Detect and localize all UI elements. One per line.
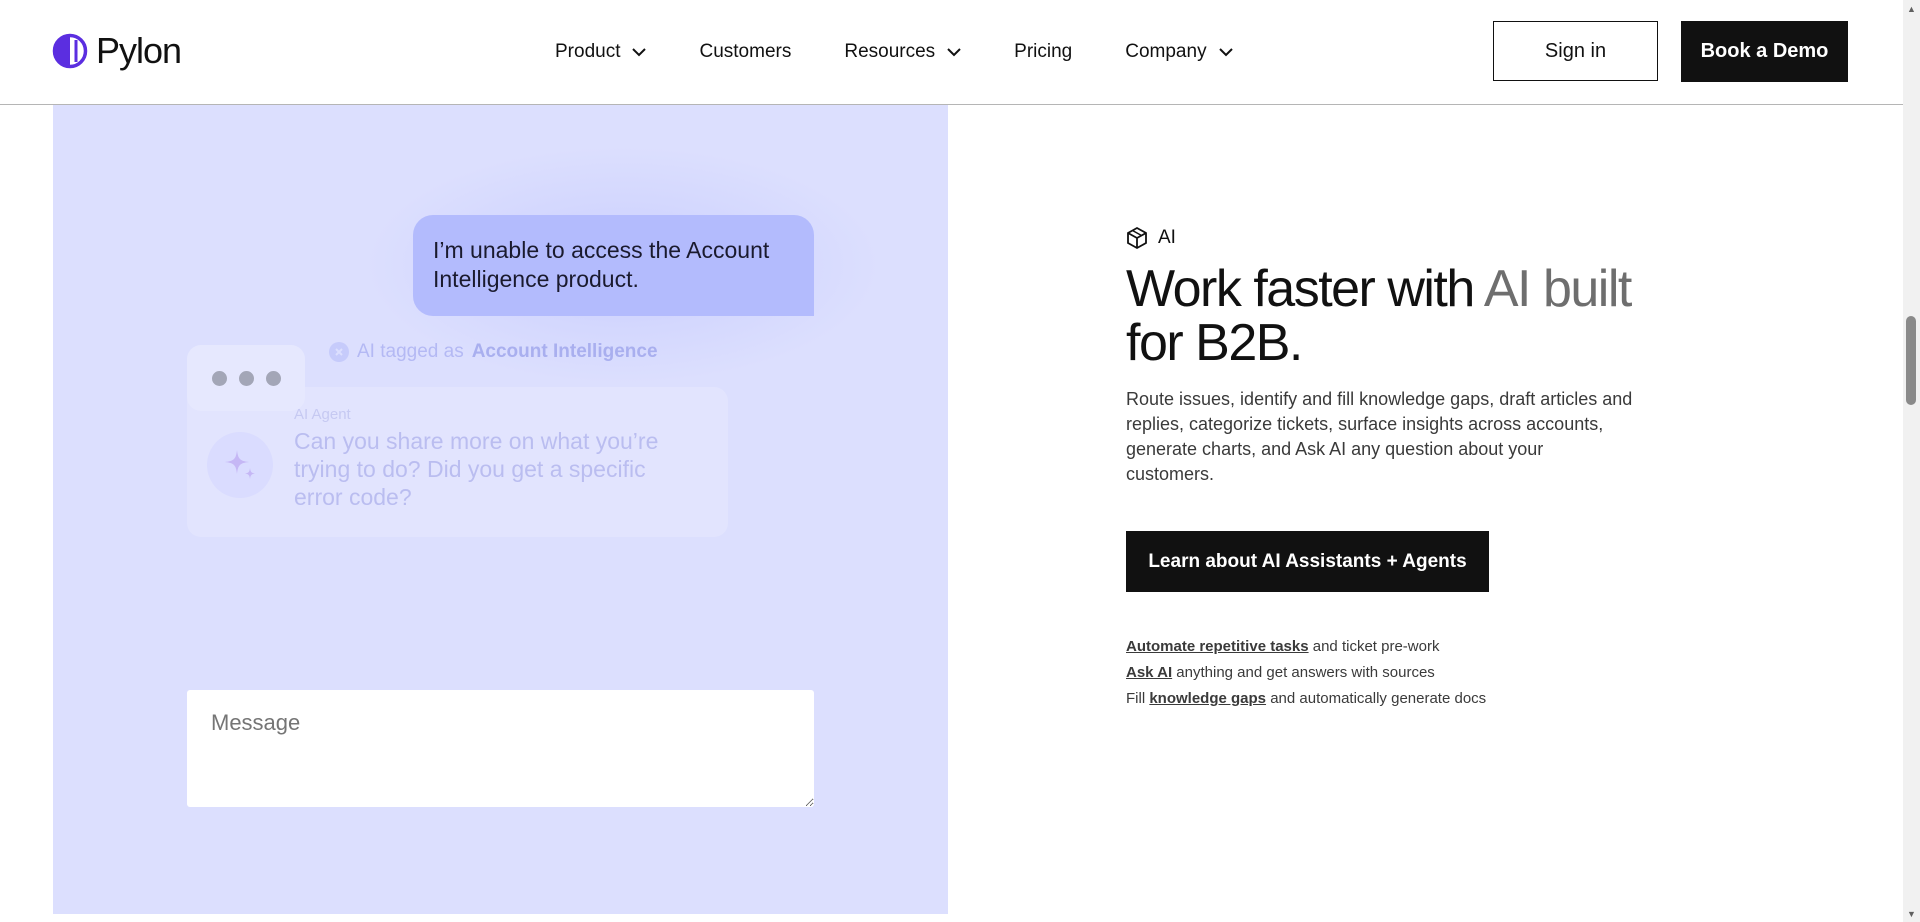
typing-dot [211, 370, 227, 386]
feature-item: Automate repetitive tasks and ticket pre… [1126, 634, 1486, 660]
learn-ai-assistants-button[interactable]: Learn about AI Assistants + Agents [1126, 531, 1489, 592]
message-input[interactable] [187, 690, 814, 807]
page-scrollbar[interactable]: ▲ ▼ [1903, 0, 1920, 922]
book-demo-button[interactable]: Book a Demo [1681, 21, 1848, 82]
feature-suffix: and ticket pre-work [1308, 638, 1440, 655]
nav-resources-label: Resources [844, 41, 936, 62]
feature-suffix: and automatically generate docs [1266, 690, 1487, 707]
close-circle-icon [329, 342, 349, 362]
sign-in-button[interactable]: Sign in [1493, 21, 1658, 81]
headline-part-2: for B2B. [1126, 314, 1303, 372]
nav-company-label: Company [1125, 41, 1207, 62]
nav-company[interactable]: Company [1125, 41, 1233, 63]
typing-dot [238, 370, 254, 386]
typing-dot [265, 370, 281, 386]
feature-item: Fill knowledge gaps and automatically ge… [1126, 686, 1486, 712]
nav-pricing[interactable]: Pricing [1014, 41, 1072, 63]
headline-part-1: Work faster with [1126, 260, 1484, 318]
feature-link-ask-ai[interactable]: Ask AI [1126, 664, 1172, 681]
user-message-bubble: I’m unable to access the Account Intelli… [413, 215, 814, 316]
feature-suffix: anything and get answers with sources [1172, 664, 1435, 681]
main-nav: Product Customers Resources Pricing Comp… [555, 0, 1286, 104]
feature-prefix: Fill [1126, 690, 1150, 707]
agent-avatar [207, 432, 273, 498]
chevron-down-icon [1218, 47, 1233, 56]
agent-label: AI Agent [294, 406, 351, 423]
nav-customers[interactable]: Customers [699, 41, 791, 63]
scroll-thumb[interactable] [1906, 316, 1916, 405]
headline-highlight: AI built [1483, 260, 1632, 318]
feature-link-knowledge-gaps[interactable]: knowledge gaps [1149, 690, 1266, 707]
nav-resources[interactable]: Resources [844, 41, 961, 63]
logo[interactable]: Pylon [52, 30, 182, 72]
ai-tag-row: AI tagged as Account Intelligence [329, 341, 658, 363]
nav-pricing-label: Pricing [1014, 41, 1073, 62]
section-description: Route issues, identify and fill knowledg… [1126, 389, 1633, 484]
ai-tag-value: Account Intelligence [471, 341, 658, 362]
pylon-logo-icon [52, 33, 88, 69]
scroll-down-arrow-icon[interactable]: ▼ [1903, 905, 1920, 922]
feature-link-automate[interactable]: Automate repetitive tasks [1126, 638, 1309, 655]
ai-chat-illustration: I’m unable to access the Account Intelli… [53, 105, 948, 914]
scroll-up-arrow-icon[interactable]: ▲ [1903, 0, 1920, 17]
brand-name: Pylon [96, 30, 182, 71]
feature-list: Automate repetitive tasks and ticket pre… [1126, 634, 1486, 712]
ai-tag-prefix: AI tagged as [357, 341, 464, 362]
site-header: Pylon Product Customers Resources Pricin… [0, 0, 1903, 105]
feature-item: Ask AI anything and get answers with sou… [1126, 660, 1486, 686]
ai-badge: AI [1126, 226, 1176, 250]
nav-customers-label: Customers [699, 41, 792, 62]
sparkle-icon [225, 450, 255, 479]
typing-indicator [187, 345, 305, 411]
chevron-down-icon [947, 47, 961, 56]
nav-product[interactable]: Product [555, 41, 647, 63]
cube-icon [1127, 226, 1147, 250]
ai-badge-label: AI [1158, 227, 1176, 248]
nav-product-label: Product [555, 41, 621, 62]
chevron-down-icon [632, 47, 647, 56]
agent-message-text: Can you share more on what you’re trying… [294, 428, 659, 510]
section-headline: Work faster with AI built for B2B. [1126, 262, 1686, 370]
